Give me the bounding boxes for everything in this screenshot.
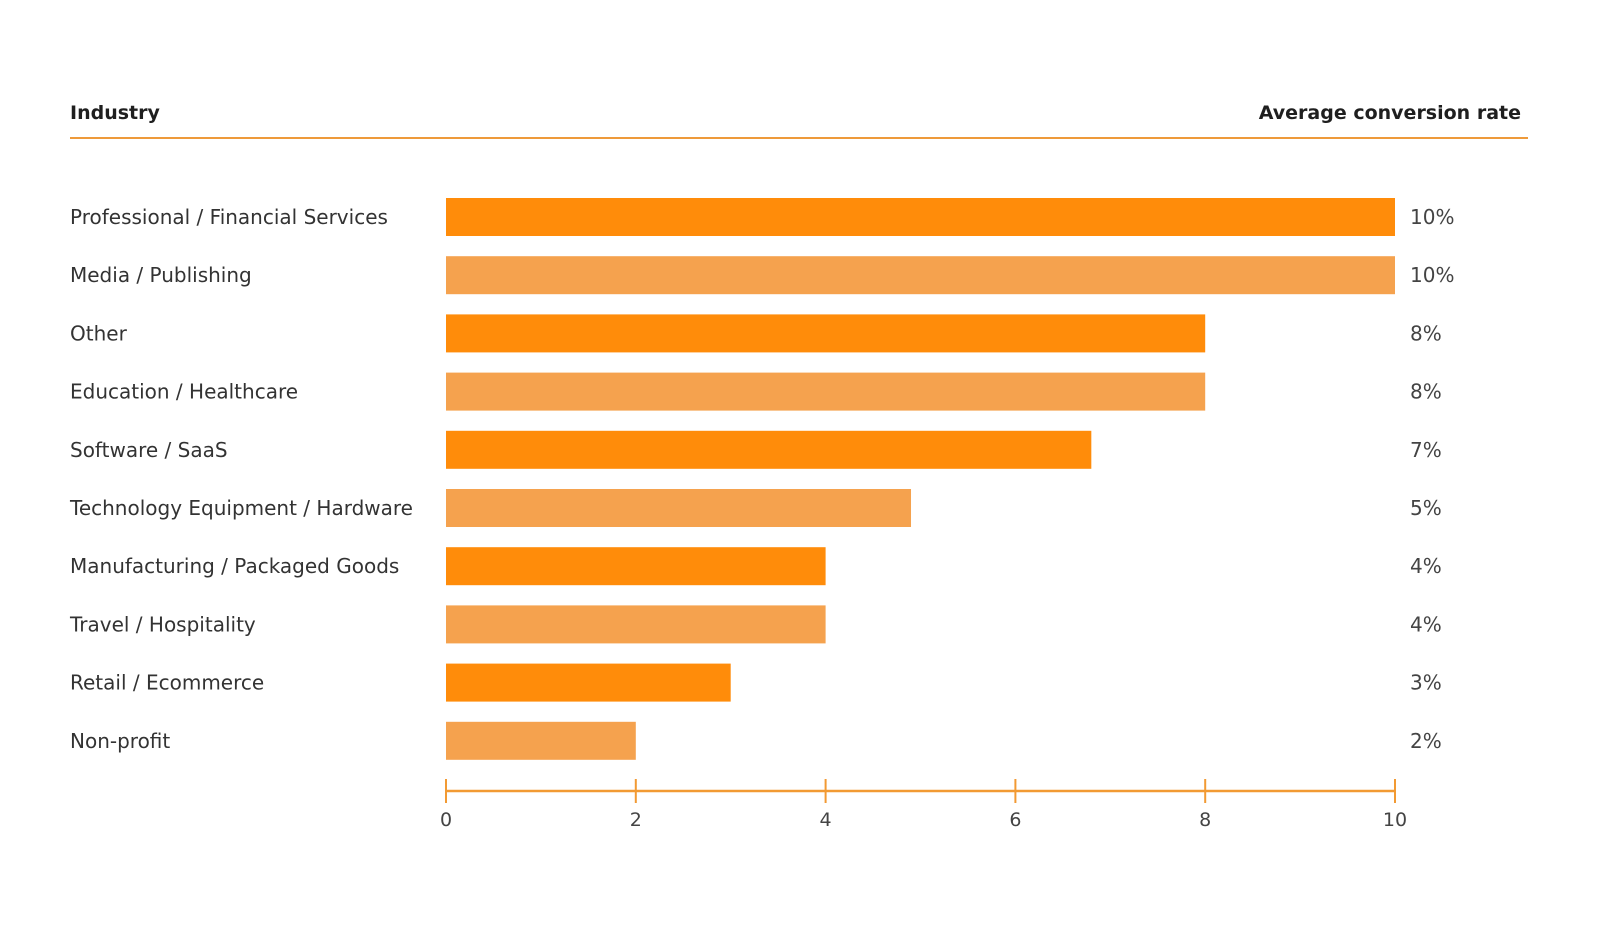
bar-row: Retail / Ecommerce 3%: [70, 663, 1442, 702]
category-label: Professional / Financial Services: [70, 205, 388, 229]
bar-chart: Industry Average conversion rate Profess…: [69, 102, 1528, 831]
x-tick-label: 2: [630, 809, 642, 831]
bar: [446, 547, 826, 586]
bar-row: Media / Publishing 10%: [70, 256, 1454, 295]
value-label: 2%: [1410, 729, 1442, 753]
bar: [446, 314, 1206, 353]
x-tick-label: 6: [1009, 809, 1021, 831]
bar-row: Non-profit 2%: [70, 721, 1442, 760]
bar: [446, 430, 1092, 469]
category-label: Media / Publishing: [70, 263, 252, 287]
bar-rows: Professional / Financial Services 10%Medi…: [69, 198, 1454, 760]
header-industry: Industry: [70, 102, 160, 124]
category-label: Travel / Hospitality: [69, 612, 256, 636]
category-label: Other: [70, 321, 128, 345]
category-label: Retail / Ecommerce: [70, 671, 264, 695]
bar: [446, 605, 826, 644]
category-label: Manufacturing / Packaged Goods: [70, 554, 399, 578]
bar: [446, 721, 636, 760]
bar-row: Education / Healthcare 8%: [70, 372, 1442, 411]
bar-row: Software / SaaS 7%: [70, 430, 1442, 469]
header-average-conversion-rate: Average conversion rate: [1259, 102, 1521, 124]
value-label: 4%: [1410, 612, 1442, 636]
value-label: 10%: [1410, 205, 1454, 229]
bar: [446, 663, 731, 702]
bar-row: Professional / Financial Services 10%: [70, 198, 1454, 236]
x-tick-label: 0: [440, 809, 452, 831]
value-label: 3%: [1410, 671, 1442, 695]
x-tick-label: 4: [820, 809, 832, 831]
bar: [446, 372, 1206, 411]
x-tick-label: 10: [1383, 809, 1407, 831]
bar-row: Manufacturing / Packaged Goods 4%: [70, 547, 1442, 586]
category-label: Education / Healthcare: [70, 380, 298, 404]
bar: [446, 489, 912, 527]
bar-row: Other 8%: [70, 314, 1442, 353]
x-axis: 0 2 4 6 8 10: [440, 779, 1407, 831]
value-label: 7%: [1410, 438, 1442, 462]
value-label: 4%: [1410, 554, 1442, 578]
x-tick-label: 8: [1199, 809, 1211, 831]
value-label: 8%: [1410, 321, 1442, 345]
value-label: 8%: [1410, 380, 1442, 404]
bar-row: Technology Equipment / Hardware 5%: [69, 489, 1442, 527]
value-label: 10%: [1410, 263, 1454, 287]
category-label: Technology Equipment / Hardware: [69, 496, 413, 520]
category-label: Non-profit: [70, 729, 170, 753]
bar: [446, 256, 1395, 295]
bar: [446, 198, 1395, 236]
category-label: Software / SaaS: [70, 438, 228, 462]
value-label: 5%: [1410, 496, 1442, 520]
bar-row: Travel / Hospitality 4%: [69, 605, 1442, 644]
